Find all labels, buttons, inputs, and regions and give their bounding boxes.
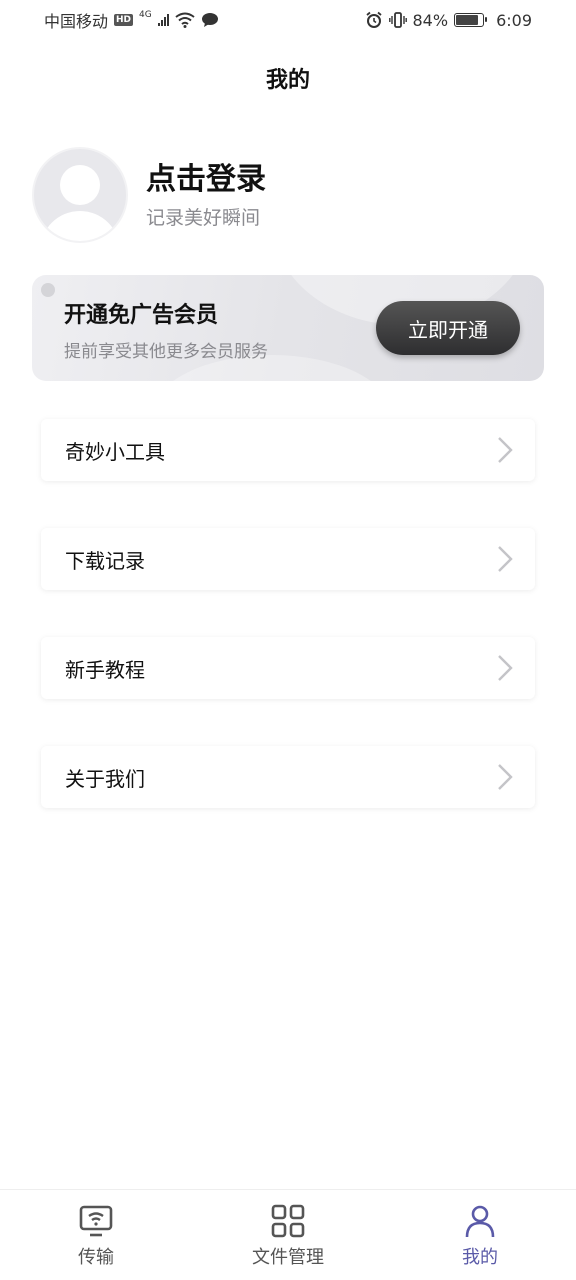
vip-card-dot (41, 283, 55, 297)
menu-item-label: 下载记录 (65, 548, 145, 573)
grid-icon (271, 1204, 305, 1238)
wifi-icon (175, 12, 195, 28)
profile-section[interactable]: 点击登录 记录美好瞬间 (32, 147, 266, 243)
status-left: 中国移动 HD 4G (44, 8, 219, 32)
carrier-name: 中国移动 (44, 12, 109, 31)
user-icon (465, 1205, 495, 1238)
hd-badge: HD (114, 14, 134, 26)
login-title[interactable]: 点击登录 (146, 161, 266, 199)
vip-card[interactable]: 开通免广告会员 提前享受其他更多会员服务 立即开通 (32, 275, 544, 381)
signal-icon (157, 14, 169, 26)
vip-title: 开通免广告会员 (64, 303, 219, 328)
menu-item-label: 新手教程 (65, 657, 145, 682)
battery-percent: 84% (412, 10, 449, 30)
page-title: 我的 (265, 68, 310, 93)
vibrate-icon (388, 12, 407, 28)
nav-label: 传输 (78, 1247, 114, 1268)
chevron-right-icon (498, 655, 513, 681)
profile-text: 点击登录 记录美好瞬间 (146, 161, 266, 230)
login-subtitle: 记录美好瞬间 (146, 206, 261, 229)
avatar[interactable] (32, 147, 128, 243)
menu-item-tutorial[interactable]: 新手教程 (41, 637, 535, 699)
menu-item-tools[interactable]: 奇妙小工具 (41, 419, 535, 481)
chevron-right-icon (498, 437, 513, 463)
chevron-right-icon (498, 764, 513, 790)
nav-tab-transfer[interactable]: 传输 (0, 1190, 192, 1280)
message-icon (201, 13, 218, 27)
chevron-right-icon (498, 546, 513, 572)
nav-tab-files[interactable]: 文件管理 (192, 1190, 384, 1280)
clock-time: 6:09 (496, 10, 532, 30)
network-type: 4G (139, 10, 152, 20)
vip-activate-button[interactable]: 立即开通 (376, 301, 520, 355)
nav-tab-mine[interactable]: 我的 (384, 1190, 576, 1280)
transfer-icon (79, 1205, 113, 1237)
alarm-icon (365, 11, 382, 28)
nav-label: 我的 (462, 1247, 498, 1268)
status-right: 84% 6:09 (365, 10, 532, 30)
menu-item-label: 奇妙小工具 (65, 439, 165, 464)
vip-subtitle: 提前享受其他更多会员服务 (64, 342, 268, 362)
nav-label: 文件管理 (252, 1247, 324, 1268)
menu-item-about[interactable]: 关于我们 (41, 746, 535, 808)
menu-item-label: 关于我们 (65, 766, 145, 791)
menu-item-downloads[interactable]: 下载记录 (41, 528, 535, 590)
bottom-nav: 传输 文件管理 我的 (0, 1189, 576, 1280)
status-bar: 中国移动 HD 4G 84% 6:09 (0, 0, 576, 40)
battery-icon (454, 13, 488, 27)
